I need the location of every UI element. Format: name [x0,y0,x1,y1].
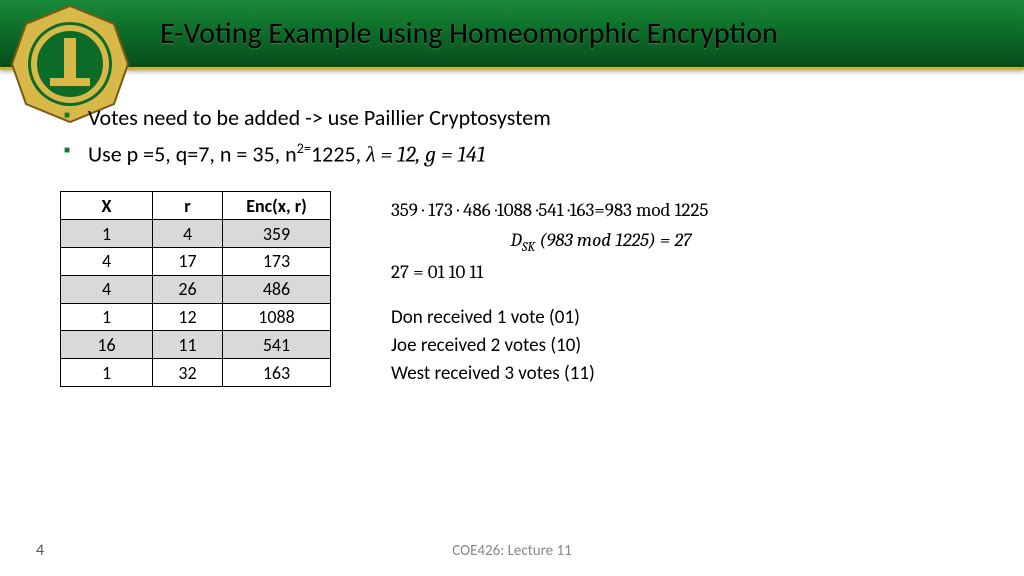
table-row: 417173 [61,247,331,275]
slide-title: E-Voting Example using Homeomorphic Encr… [160,15,778,52]
table-row: 426486 [61,275,331,303]
footer-lecture: COE426: Lecture 11 [452,542,571,560]
table-row: 132163 [61,359,331,387]
computation-block: 359 · 173 · 486 ·1088 ·541 ·163=983 mod … [391,191,811,387]
binary-line: 27 = 01 10 11 [391,259,811,287]
col-header: Enc(x, r) [223,192,331,220]
table-row: 14359 [61,220,331,248]
bullet-item: Votes need to be added -> use Paillier C… [60,100,964,135]
slide-header: E-Voting Example using Homeomorphic Encr… [0,0,1024,70]
slide-body: Votes need to be added -> use Paillier C… [0,70,1024,387]
result-line: West received 3 votes (11) [391,360,811,388]
bullet-item: Use p =5, q=7, n = 35, n2=1225, λ = 12, … [60,135,964,171]
table-header-row: X r Enc(x, r) [61,192,331,220]
product-line: 359 · 173 · 486 ·1088 ·541 ·163=983 mod … [391,197,811,225]
col-header: r [153,192,223,220]
decrypt-line: DSK (983 mod 1225) = 27 [391,227,811,257]
bullet-list: Votes need to be added -> use Paillier C… [60,100,964,171]
result-line: Joe received 2 votes (10) [391,332,811,360]
result-line: Don received 1 vote (01) [391,304,811,332]
col-header: X [61,192,153,220]
results-block: Don received 1 vote (01) Joe received 2 … [391,304,811,387]
table-row: 1121088 [61,303,331,331]
encryption-table: X r Enc(x, r) 14359 417173 426486 112108… [60,191,331,387]
table-row: 1611541 [61,331,331,359]
page-number: 4 [36,541,44,560]
